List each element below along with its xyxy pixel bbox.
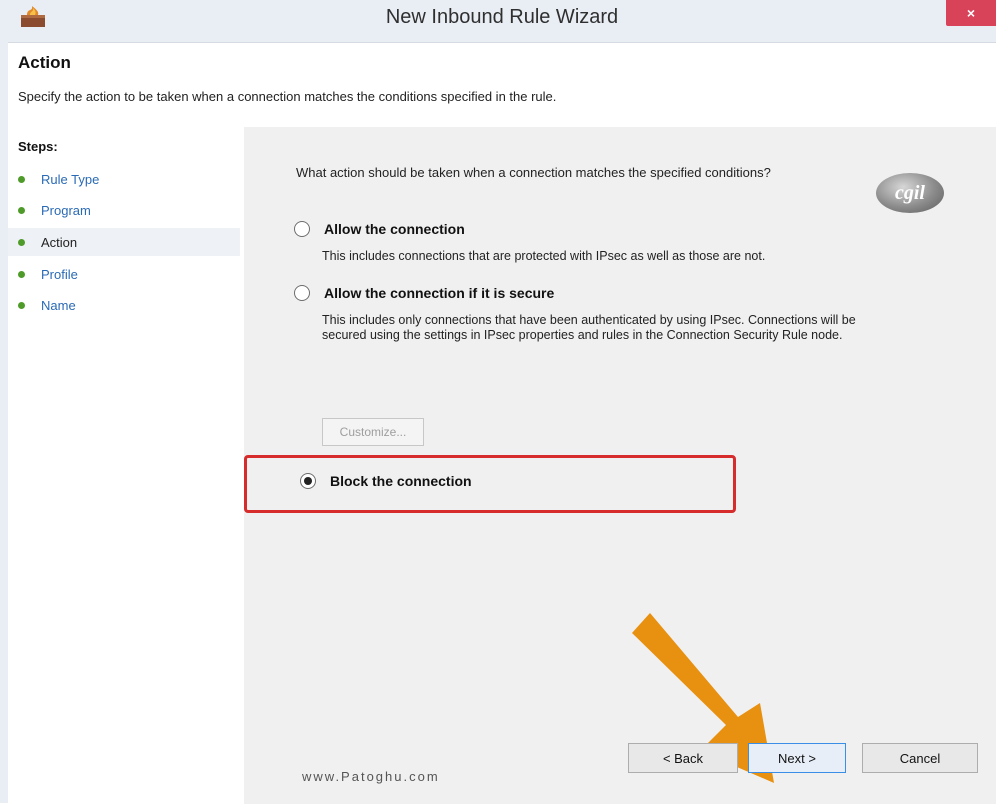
step-label: Action [41,234,78,250]
page-title: Action [18,53,71,72]
option-label: Allow the connection if it is secure [324,285,555,301]
wizard-window: New Inbound Rule Wizard × Action Specify… [0,0,996,804]
cancel-button[interactable]: Cancel [862,743,978,773]
option-label: Block the connection [330,473,472,489]
close-button[interactable]: × [946,0,996,26]
step-status-icon [18,175,25,183]
allow-connection-radio[interactable] [294,221,310,237]
cgil-logo: cgil [876,173,944,213]
customize-button[interactable]: Customize... [322,418,424,446]
window-title: New Inbound Rule Wizard [385,6,619,28]
allow-if-secure-radio[interactable] [294,285,310,301]
allow-if-secure-option[interactable]: Allow the connection if it is secure [294,285,554,301]
step-status-icon [18,301,25,309]
page-description: Specify the action to be taken when a co… [18,89,557,104]
back-button[interactable]: < Back [628,743,738,773]
block-connection-radio[interactable] [300,473,316,489]
allow-connection-description: This includes connections that are prote… [322,249,766,263]
step-status-icon [18,270,25,278]
step-action[interactable]: Action [8,228,240,256]
next-button[interactable]: Next > [748,743,846,773]
step-label: Profile [41,266,78,282]
steps-heading: Steps: [18,139,58,154]
step-rule-type[interactable]: Rule Type [8,165,240,193]
allow-if-secure-description: This includes only connections that have… [322,313,856,342]
close-icon: × [966,5,976,21]
wizard-client-area: Action Specify the action to be taken wh… [8,42,996,804]
step-status-icon [18,238,25,246]
step-label: Program [41,202,91,218]
step-status-icon [18,206,25,214]
step-label: Rule Type [41,171,100,187]
page-header: Action Specify the action to be taken wh… [8,43,996,128]
content-panel: What action should be taken when a conne… [244,127,996,804]
action-question: What action should be taken when a conne… [296,165,771,180]
step-name[interactable]: Name [8,291,240,319]
step-label: Name [41,297,76,313]
steps-panel: Steps: Rule Type Program Action Profile … [8,127,244,804]
watermark: www.Patoghu.com [302,769,440,784]
option-label: Allow the connection [324,221,465,237]
title-bar: New Inbound Rule Wizard × [8,0,996,36]
step-profile[interactable]: Profile [8,260,240,288]
logo-text: cgil [895,181,925,204]
allow-connection-option[interactable]: Allow the connection [294,221,465,237]
step-program[interactable]: Program [8,196,240,224]
block-connection-option[interactable]: Block the connection [300,473,472,489]
